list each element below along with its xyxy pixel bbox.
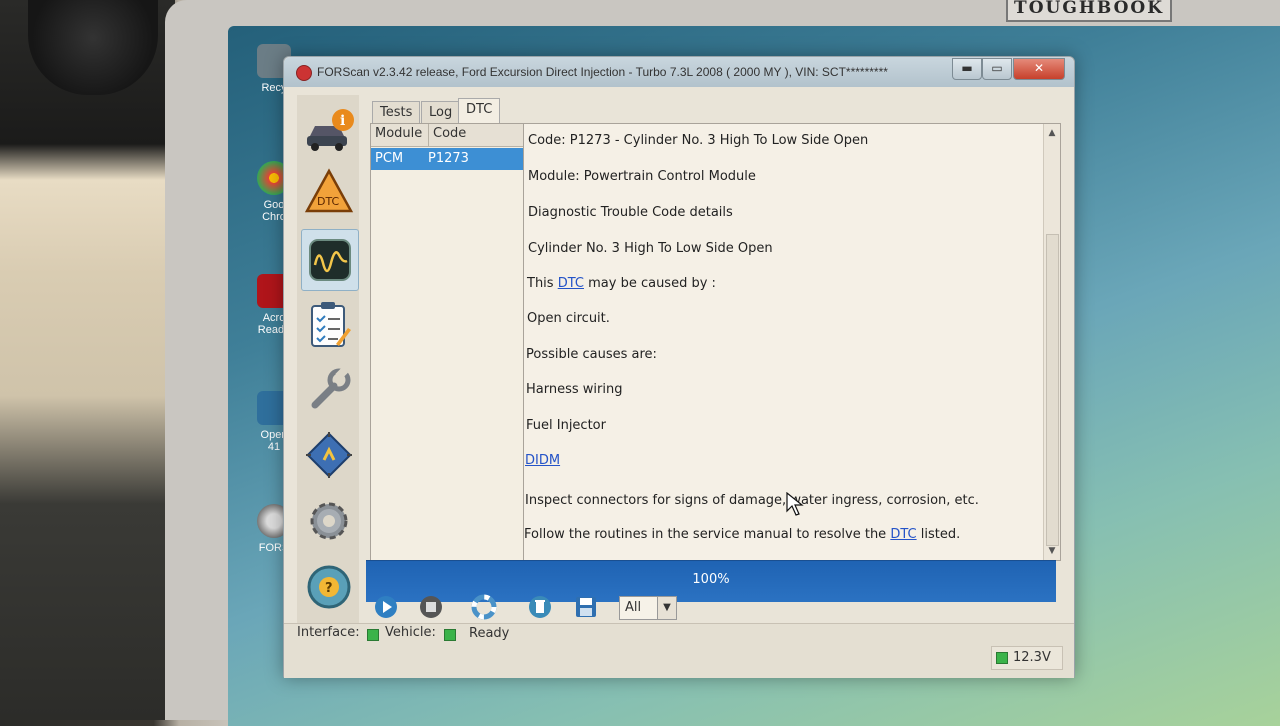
scroll-up-arrow-icon[interactable]: ▲	[1046, 127, 1058, 139]
follow-line: Follow the routines in the service manua…	[524, 527, 960, 542]
filter-value: All	[625, 600, 642, 615]
tab-log[interactable]: Log	[421, 101, 461, 123]
voltage-indicator: 12.3V	[991, 646, 1063, 670]
scroll-down-arrow-icon[interactable]: ▼	[1046, 545, 1058, 557]
sidebar-item-tests[interactable]	[301, 295, 357, 355]
dtc-description: Cylinder No. 3 High To Low Side Open	[528, 241, 773, 256]
follow-suffix: listed.	[916, 527, 961, 542]
dtc-link[interactable]: DTC	[558, 276, 584, 291]
cause-open-circuit: Open circuit.	[527, 311, 610, 326]
dtc-icon-label: DTC	[317, 195, 340, 208]
tab-tests[interactable]: Tests	[372, 101, 421, 123]
filter-select[interactable]: All ▼	[619, 596, 677, 620]
chevron-down-icon[interactable]: ▼	[657, 597, 676, 619]
vehicle-label: Vehicle:	[385, 625, 436, 640]
sidebar-item-dtc[interactable]: DTC	[301, 161, 357, 221]
row-module: PCM	[375, 151, 404, 166]
cause-harness-wiring: Harness wiring	[526, 382, 623, 397]
title-bar[interactable]: FORScan v2.3.42 release, Ford Excursion …	[284, 57, 1074, 87]
didm-link[interactable]: DIDM	[525, 453, 560, 468]
sidebar-item-settings[interactable]	[301, 491, 357, 551]
mouse-cursor-icon	[786, 492, 804, 516]
dtc-list: Module Code PCM P1273	[370, 123, 525, 561]
status-text: Ready	[469, 626, 510, 641]
cause-fuel-injector: Fuel Injector	[526, 418, 606, 433]
sidebar: i DTC ?	[297, 95, 359, 655]
start-button[interactable]	[372, 593, 400, 621]
interface-status-led	[367, 629, 379, 641]
sidebar-item-help[interactable]: ?	[301, 557, 357, 617]
column-divider	[428, 124, 429, 146]
stop-button[interactable]	[417, 593, 445, 621]
dtc-warning-icon: DTC	[304, 168, 354, 213]
detail-scrollbar[interactable]: ▲ ▼	[1043, 124, 1060, 560]
save-icon	[576, 597, 596, 617]
tab-dtc[interactable]: DTC	[458, 98, 501, 123]
stop-icon	[420, 596, 442, 618]
forscan-window: FORScan v2.3.42 release, Ford Excursion …	[283, 56, 1075, 678]
window-title: FORScan v2.3.42 release, Ford Excursion …	[317, 65, 888, 79]
save-button[interactable]	[572, 593, 600, 621]
inspect-line: Inspect connectors for signs of damage, …	[525, 493, 979, 508]
minimize-button[interactable]: ▬	[952, 58, 982, 80]
svg-text:i: i	[340, 113, 345, 129]
car-interior-background	[0, 0, 175, 720]
sidebar-item-service[interactable]	[301, 359, 357, 419]
progress-text: 100%	[692, 572, 730, 587]
sidebar-item-oscilloscope[interactable]	[301, 229, 359, 291]
lifebuoy-icon	[471, 594, 497, 620]
column-header-code[interactable]: Code	[433, 126, 466, 141]
caused-by-suffix: may be caused by :	[583, 276, 716, 291]
column-header-module[interactable]: Module	[375, 126, 422, 141]
interface-label: Interface:	[297, 625, 360, 640]
play-icon	[375, 596, 397, 618]
forscan-app-icon	[296, 65, 312, 81]
voltage-led	[996, 652, 1008, 664]
follow-prefix: Follow the routines in the service manua…	[524, 527, 891, 542]
maximize-button[interactable]: ▭	[982, 58, 1012, 80]
sidebar-item-vehicle-info[interactable]: i	[301, 99, 357, 159]
wrench-icon	[311, 366, 351, 409]
clear-button[interactable]	[526, 593, 554, 621]
vehicle-status-led	[444, 629, 456, 641]
car-info-icon: i	[307, 109, 354, 151]
chip-icon	[306, 432, 352, 478]
close-button[interactable]: ✕	[1013, 58, 1065, 80]
toughbook-logo: TOUGHBOOK	[1006, 0, 1172, 22]
module-line: Module: Powertrain Control Module	[528, 169, 756, 184]
clear-icon	[529, 596, 551, 618]
dtc-list-header: Module Code	[371, 124, 524, 147]
row-code: P1273	[428, 151, 469, 166]
dtc-code-line: Code: P1273 - Cylinder No. 3 High To Low…	[528, 133, 869, 148]
sidebar-item-configuration[interactable]	[301, 425, 357, 485]
oscilloscope-icon	[309, 239, 351, 281]
dashboard-knob	[28, 0, 158, 95]
gear-icon	[310, 502, 348, 540]
caused-by-prefix: This	[527, 276, 558, 291]
possible-causes-heading: Possible causes are:	[526, 347, 657, 362]
checklist-icon	[311, 302, 351, 347]
caused-by-line: This DTC may be caused by :	[527, 276, 716, 291]
dtc-link-2[interactable]: DTC	[890, 527, 916, 542]
help-icon: ?	[307, 565, 351, 609]
details-heading: Diagnostic Trouble Code details	[528, 205, 733, 220]
support-button[interactable]	[470, 593, 498, 621]
scrollbar-thumb[interactable]	[1046, 234, 1059, 546]
voltage-value: 12.3V	[1013, 650, 1051, 665]
status-bar: Interface: Vehicle: Ready 12.3V	[284, 623, 1074, 678]
svg-text:?: ?	[325, 581, 333, 596]
table-row[interactable]: PCM P1273	[371, 148, 524, 170]
